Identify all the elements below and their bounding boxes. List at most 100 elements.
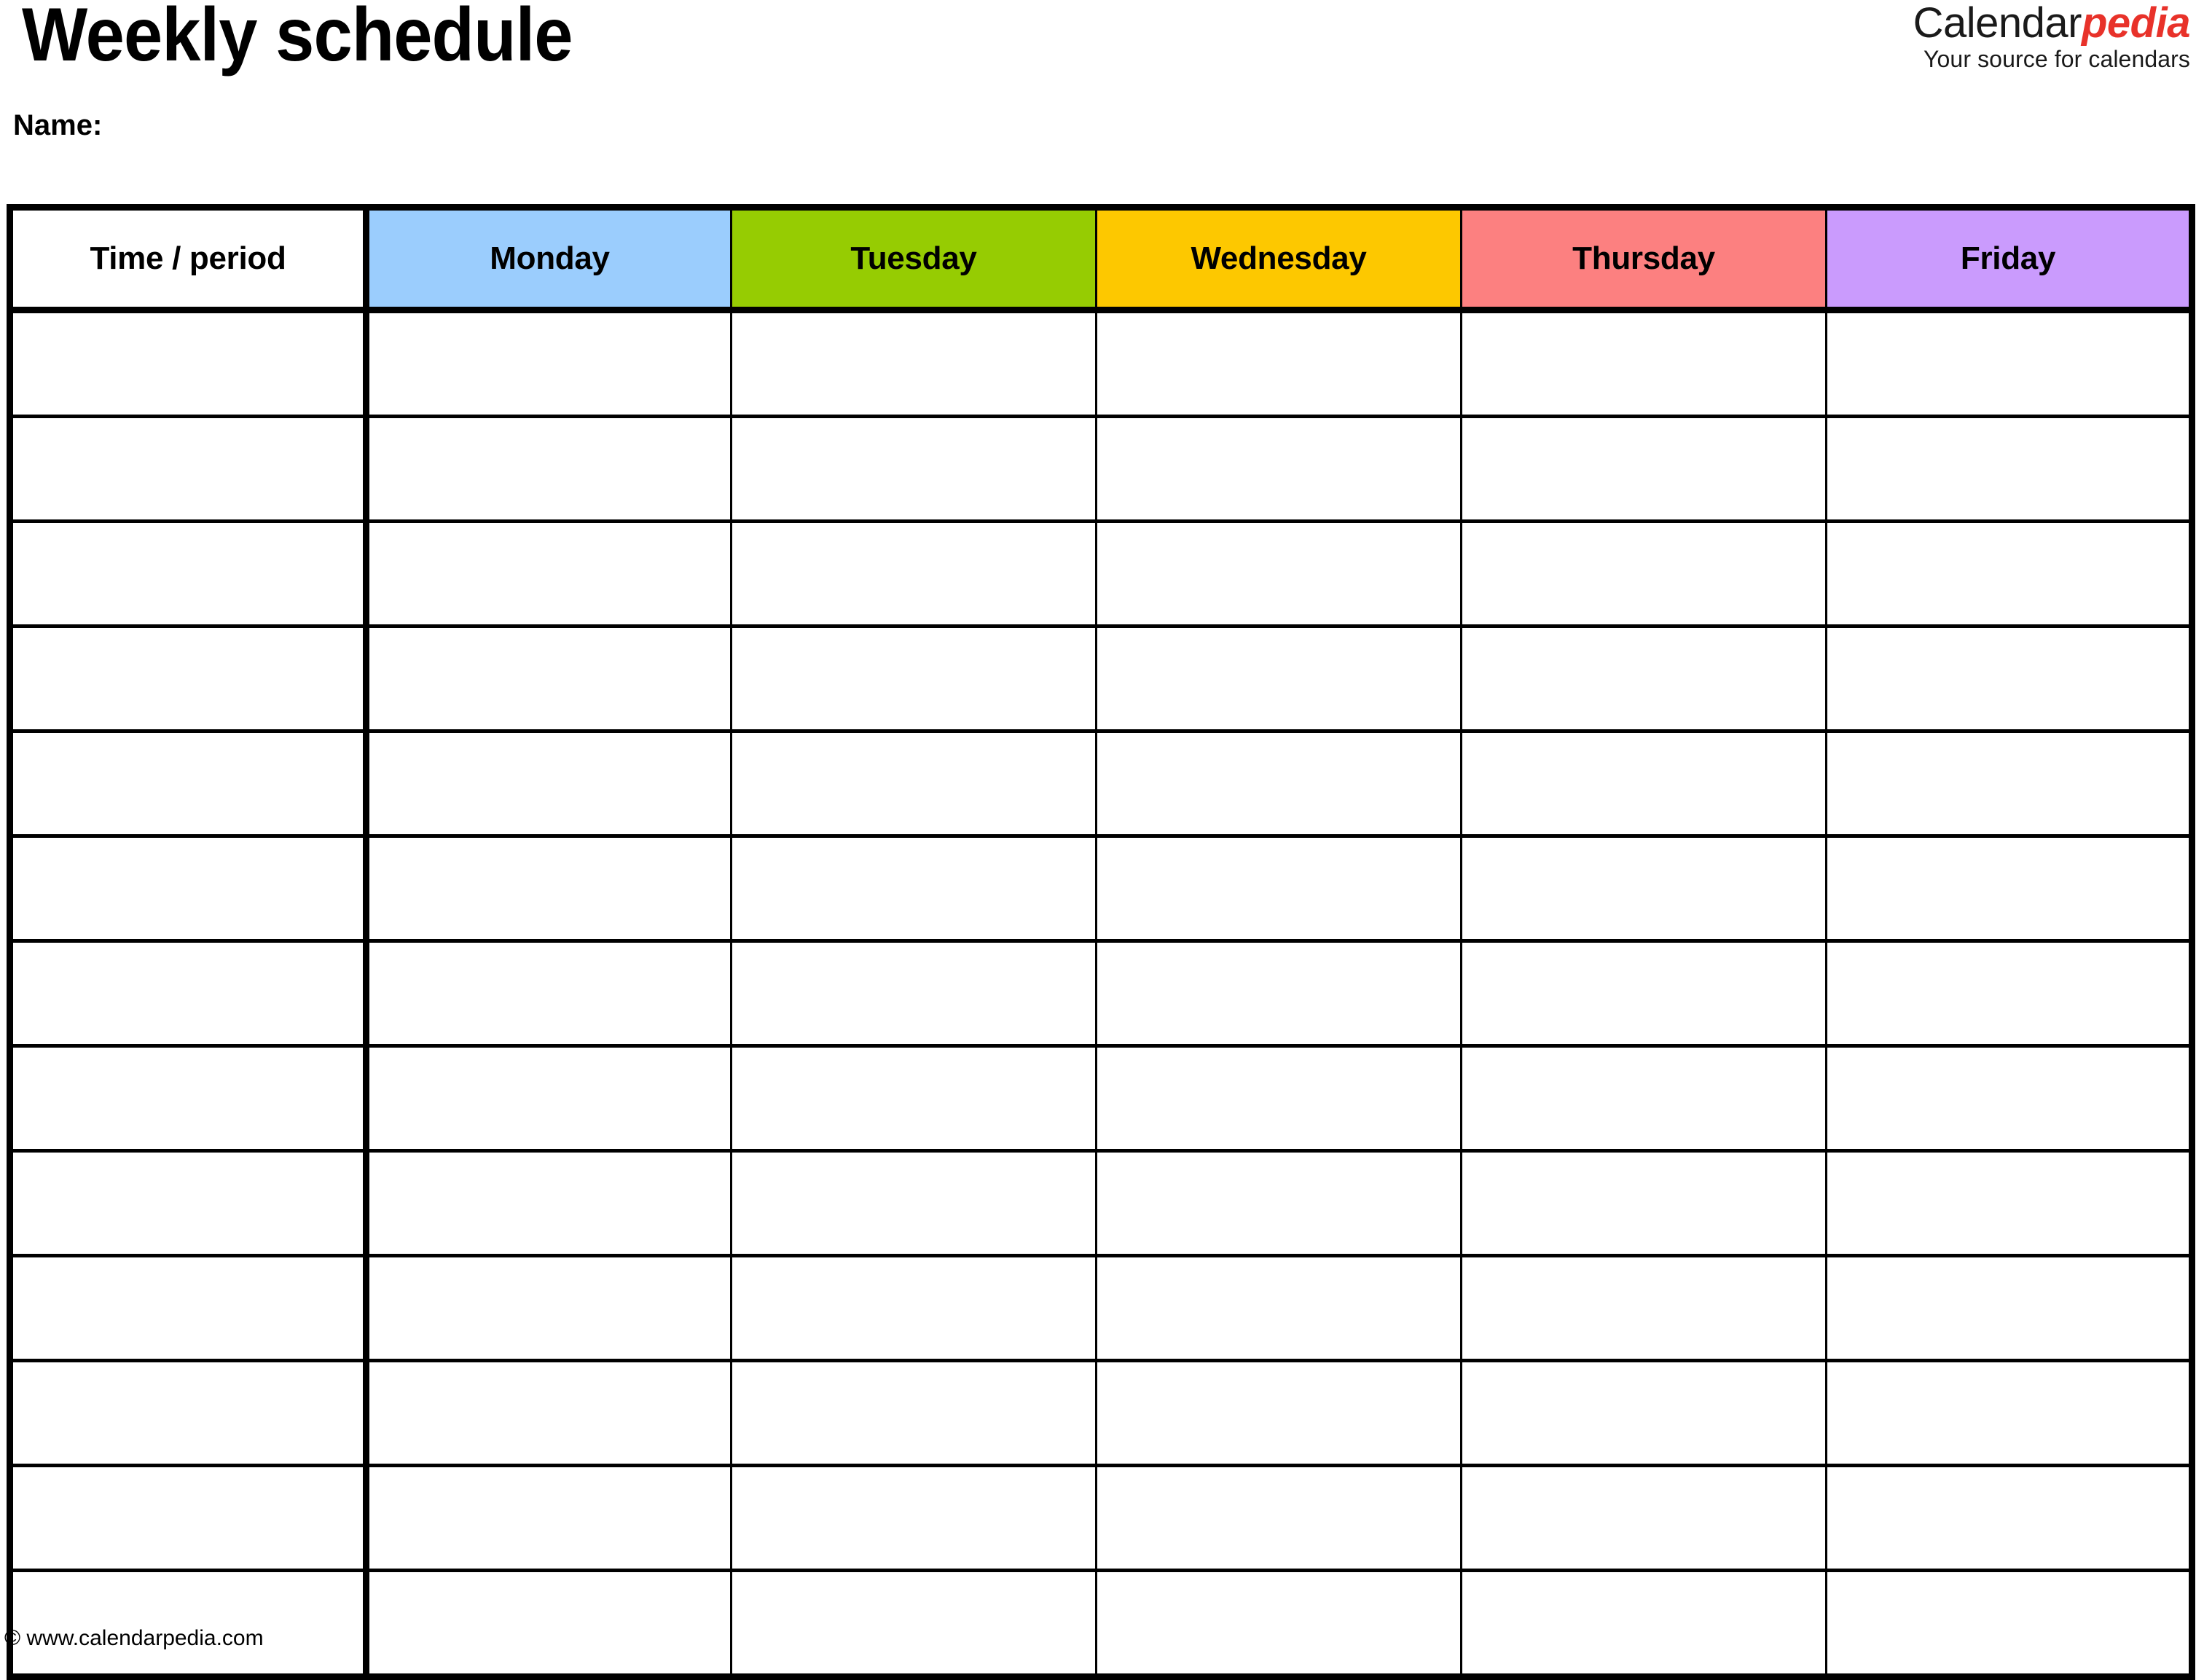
cell-monday-row-8[interactable] (365, 1044, 732, 1153)
cell-thursday-row-7[interactable] (1460, 939, 1827, 1048)
cell-friday-row-6[interactable] (1825, 834, 2195, 943)
cell-time-period-row-1[interactable] (7, 308, 369, 418)
cell-time-period-row-11[interactable] (7, 1359, 369, 1467)
weekly-schedule-table: Time / period Monday Tuesday Wednesday T… (7, 204, 2195, 1680)
cell-friday-row-3[interactable] (1825, 519, 2195, 628)
column-header-thursday: Thursday (1460, 204, 1827, 313)
cell-time-period-row-13[interactable] (7, 1569, 369, 1680)
cell-tuesday-row-8[interactable] (730, 1044, 1097, 1153)
cell-thursday-row-10[interactable] (1460, 1254, 1827, 1362)
cell-thursday-row-4[interactable] (1460, 624, 1827, 733)
cell-thursday-row-9[interactable] (1460, 1149, 1827, 1257)
brand-tagline: Your source for calendars (1924, 45, 2190, 72)
cell-time-period-row-10[interactable] (7, 1254, 369, 1362)
header-row: Time / period Monday Tuesday Wednesday T… (7, 204, 2195, 313)
cell-time-period-row-7[interactable] (7, 939, 369, 1048)
weekly-schedule-page: Weekly schedule Name: Calendarpedia Your… (0, 0, 2196, 1680)
cell-monday-row-9[interactable] (365, 1149, 732, 1257)
cell-friday-row-4[interactable] (1825, 624, 2195, 733)
cell-monday-row-1[interactable] (365, 308, 732, 418)
cell-tuesday-row-4[interactable] (730, 624, 1097, 733)
cell-thursday-row-11[interactable] (1460, 1359, 1827, 1467)
cell-tuesday-row-12[interactable] (730, 1464, 1097, 1572)
page-header: Weekly schedule Name: Calendarpedia Your… (0, 0, 2196, 197)
table-row (7, 519, 2195, 628)
cell-monday-row-2[interactable] (365, 415, 732, 523)
cell-thursday-row-13[interactable] (1460, 1569, 1827, 1680)
cell-friday-row-11[interactable] (1825, 1359, 2195, 1467)
table-row (7, 308, 2195, 418)
cell-monday-row-10[interactable] (365, 1254, 732, 1362)
table-row (7, 939, 2195, 1048)
cell-wednesday-row-6[interactable] (1095, 834, 1462, 943)
table-row (7, 1569, 2195, 1680)
cell-tuesday-row-6[interactable] (730, 834, 1097, 943)
cell-time-period-row-6[interactable] (7, 834, 369, 943)
brand-word-calendar: Calendar (1913, 0, 2082, 47)
cell-monday-row-11[interactable] (365, 1359, 732, 1467)
cell-thursday-row-1[interactable] (1460, 308, 1827, 418)
cell-wednesday-row-8[interactable] (1095, 1044, 1462, 1153)
cell-thursday-row-8[interactable] (1460, 1044, 1827, 1153)
column-header-time-period: Time / period (7, 204, 369, 313)
cell-monday-row-5[interactable] (365, 729, 732, 838)
cell-time-period-row-2[interactable] (7, 415, 369, 523)
cell-monday-row-13[interactable] (365, 1569, 732, 1680)
column-header-tuesday: Tuesday (730, 204, 1097, 313)
cell-tuesday-row-7[interactable] (730, 939, 1097, 1048)
page-title: Weekly schedule (22, 0, 573, 77)
table-row (7, 1149, 2195, 1257)
cell-wednesday-row-1[interactable] (1095, 308, 1462, 418)
cell-tuesday-row-11[interactable] (730, 1359, 1097, 1467)
cell-thursday-row-3[interactable] (1460, 519, 1827, 628)
cell-friday-row-7[interactable] (1825, 939, 2195, 1048)
cell-wednesday-row-2[interactable] (1095, 415, 1462, 523)
cell-friday-row-10[interactable] (1825, 1254, 2195, 1362)
column-header-wednesday: Wednesday (1095, 204, 1462, 313)
cell-wednesday-row-5[interactable] (1095, 729, 1462, 838)
cell-time-period-row-5[interactable] (7, 729, 369, 838)
cell-tuesday-row-13[interactable] (730, 1569, 1097, 1680)
cell-wednesday-row-9[interactable] (1095, 1149, 1462, 1257)
cell-monday-row-4[interactable] (365, 624, 732, 733)
cell-tuesday-row-3[interactable] (730, 519, 1097, 628)
cell-friday-row-5[interactable] (1825, 729, 2195, 838)
cell-friday-row-2[interactable] (1825, 415, 2195, 523)
brand-word-pedia: pedia (2082, 0, 2191, 47)
brand-wordmark: Calendarpedia (1913, 0, 2191, 47)
cell-friday-row-12[interactable] (1825, 1464, 2195, 1572)
cell-tuesday-row-5[interactable] (730, 729, 1097, 838)
cell-time-period-row-4[interactable] (7, 624, 369, 733)
cell-friday-row-9[interactable] (1825, 1149, 2195, 1257)
cell-time-period-row-9[interactable] (7, 1149, 369, 1257)
cell-thursday-row-5[interactable] (1460, 729, 1827, 838)
cell-wednesday-row-12[interactable] (1095, 1464, 1462, 1572)
cell-time-period-row-3[interactable] (7, 519, 369, 628)
cell-time-period-row-8[interactable] (7, 1044, 369, 1153)
cell-thursday-row-2[interactable] (1460, 415, 1827, 523)
name-field-label: Name: (13, 109, 103, 141)
table-body (7, 308, 2195, 1680)
cell-wednesday-row-13[interactable] (1095, 1569, 1462, 1680)
cell-monday-row-12[interactable] (365, 1464, 732, 1572)
cell-tuesday-row-1[interactable] (730, 308, 1097, 418)
cell-tuesday-row-9[interactable] (730, 1149, 1097, 1257)
table-row (7, 415, 2195, 523)
cell-friday-row-1[interactable] (1825, 308, 2195, 418)
cell-wednesday-row-11[interactable] (1095, 1359, 1462, 1467)
cell-wednesday-row-7[interactable] (1095, 939, 1462, 1048)
cell-wednesday-row-3[interactable] (1095, 519, 1462, 628)
cell-wednesday-row-4[interactable] (1095, 624, 1462, 733)
cell-thursday-row-12[interactable] (1460, 1464, 1827, 1572)
cell-tuesday-row-10[interactable] (730, 1254, 1097, 1362)
cell-monday-row-3[interactable] (365, 519, 732, 628)
cell-wednesday-row-10[interactable] (1095, 1254, 1462, 1362)
cell-tuesday-row-2[interactable] (730, 415, 1097, 523)
cell-monday-row-6[interactable] (365, 834, 732, 943)
cell-friday-row-13[interactable] (1825, 1569, 2195, 1680)
cell-monday-row-7[interactable] (365, 939, 732, 1048)
schedule-table-container: Time / period Monday Tuesday Wednesday T… (7, 204, 2195, 1680)
cell-friday-row-8[interactable] (1825, 1044, 2195, 1153)
cell-thursday-row-6[interactable] (1460, 834, 1827, 943)
cell-time-period-row-12[interactable] (7, 1464, 369, 1572)
